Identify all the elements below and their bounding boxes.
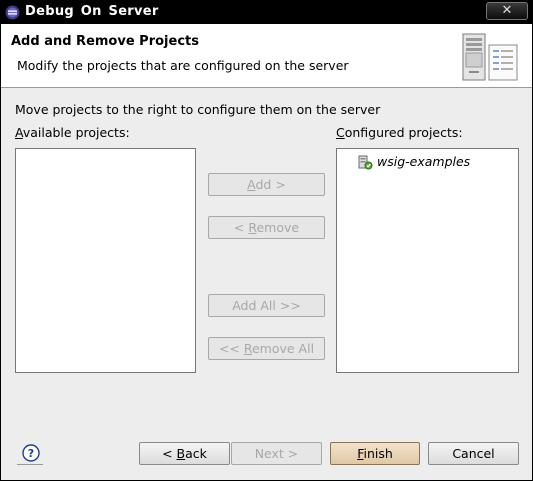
server-banner-icon xyxy=(462,33,518,81)
back-button[interactable]: < Back xyxy=(139,442,230,465)
configured-label-mnemonic: C xyxy=(336,125,345,140)
window-title: Debug On Server xyxy=(25,4,159,19)
add-rest: dd > xyxy=(255,177,286,192)
server-project-icon xyxy=(358,155,373,170)
next-button[interactable]: Next > xyxy=(231,442,322,465)
wizard-header: Add and Remove Projects Modify the proje… xyxy=(1,24,532,88)
finish-rest: inish xyxy=(363,446,393,461)
configured-label-rest: onfigured projects: xyxy=(344,125,463,140)
remove-rest: emove xyxy=(256,220,300,235)
instruction-text: Move projects to the right to configure … xyxy=(15,102,381,117)
remove-button[interactable]: < Remove xyxy=(208,216,325,239)
help-divider xyxy=(17,464,43,465)
page-description: Modify the projects that are configured … xyxy=(17,58,349,73)
remove-all-prefix: << xyxy=(218,341,244,356)
svg-text:?: ? xyxy=(28,447,34,460)
back-mnemonic: B xyxy=(176,446,186,461)
page-title: Add and Remove Projects xyxy=(11,34,199,49)
available-label-rest: vailable projects: xyxy=(22,125,130,140)
close-button[interactable]: ✕ xyxy=(486,2,528,20)
finish-button[interactable]: Finish xyxy=(330,442,420,465)
add-button[interactable]: Add > xyxy=(208,173,325,196)
remove-all-rest: emove All xyxy=(251,341,315,356)
title-bar[interactable]: Debug On Server ✕ xyxy=(1,1,532,24)
add-all-button[interactable]: Add All >> xyxy=(208,294,325,317)
close-icon: ✕ xyxy=(501,3,513,18)
available-projects-label: Available projects: xyxy=(15,125,130,140)
debug-on-server-dialog: Debug On Server ✕ Add and Remove Project… xyxy=(0,0,533,481)
configured-projects-label: Configured projects: xyxy=(336,125,463,140)
back-rest: ack xyxy=(185,446,207,461)
cancel-button[interactable]: Cancel xyxy=(428,442,519,465)
eclipse-icon xyxy=(5,5,20,20)
configured-projects-list[interactable]: wsig-examples xyxy=(336,148,519,373)
project-label: wsig-examples xyxy=(377,154,471,169)
remove-prefix: < xyxy=(233,220,249,235)
back-prefix: < xyxy=(162,446,177,461)
available-projects-list[interactable] xyxy=(15,148,196,373)
help-icon[interactable]: ? xyxy=(19,442,43,464)
remove-all-mnemonic: R xyxy=(243,341,252,356)
available-label-mnemonic: A xyxy=(15,125,23,140)
add-mnemonic: A xyxy=(247,177,256,192)
remove-all-button[interactable]: << Remove All xyxy=(208,337,325,360)
